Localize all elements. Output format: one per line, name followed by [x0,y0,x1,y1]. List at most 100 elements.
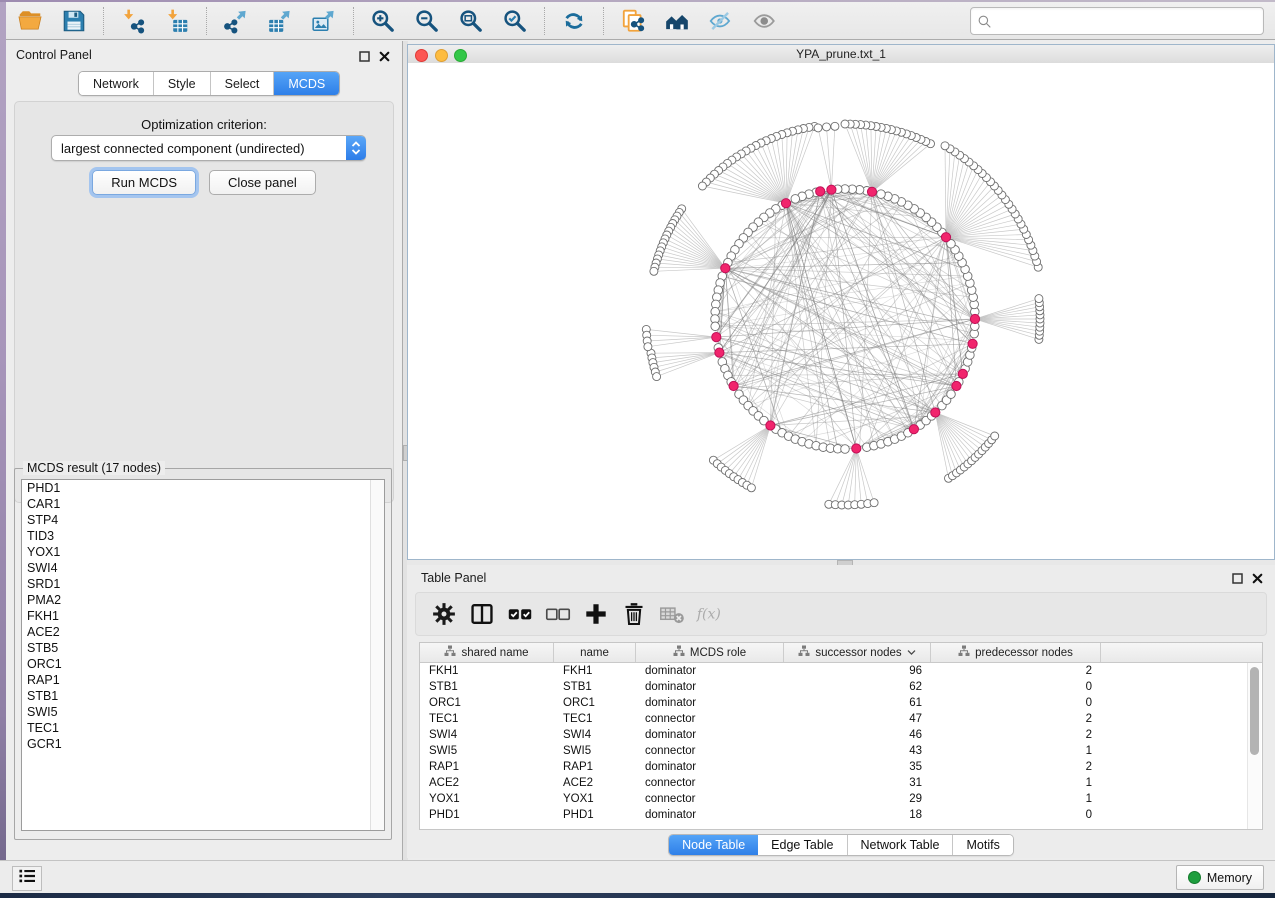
table-cell[interactable]: STB1 [420,681,554,693]
mcds-result-item[interactable]: FKH1 [22,608,384,624]
network-window-titlebar[interactable]: YPA_prune.txt_1 [408,45,1274,64]
table-row[interactable]: RAP1RAP1dominator352 [420,759,1262,775]
table-cell[interactable]: 0 [931,697,1101,709]
table-cell[interactable]: connector [636,745,784,757]
table-row[interactable]: PHD1PHD1dominator180 [420,807,1262,823]
mcds-result-item[interactable]: STB5 [22,640,384,656]
table-cell[interactable]: 62 [784,681,931,693]
table-cell[interactable]: FKH1 [554,665,636,677]
table-cell[interactable]: SWI5 [554,745,636,757]
table-cell[interactable]: ACE2 [554,777,636,789]
zoom-selected-button[interactable] [495,5,535,37]
table-cell[interactable]: YOX1 [420,793,554,805]
mcds-result-list[interactable]: PHD1CAR1STP4TID3YOX1SWI4SRD1PMA2FKH1ACE2… [21,479,385,831]
close-panel-button[interactable]: Close panel [209,170,316,195]
run-mcds-button[interactable]: Run MCDS [92,170,196,195]
zoom-out-button[interactable] [407,5,447,37]
export-network-button[interactable] [216,5,256,37]
columns-button[interactable] [468,599,496,629]
mcds-result-item[interactable]: RAP1 [22,672,384,688]
optimization-criterion-select[interactable]: largest connected component (undirected) [51,135,366,161]
table-row[interactable]: SWI4SWI4dominator462 [420,727,1262,743]
table-cell[interactable]: 18 [784,809,931,821]
float-table-panel-icon[interactable] [1232,571,1243,589]
close-panel-icon[interactable] [379,49,390,67]
save-session-button[interactable] [54,5,94,37]
export-table-button[interactable] [260,5,300,37]
add-row-button[interactable] [582,599,610,629]
task-history-button[interactable] [12,866,42,891]
table-cell[interactable]: 35 [784,761,931,773]
close-table-panel-icon[interactable] [1252,571,1263,589]
mcds-result-item[interactable]: YOX1 [22,544,384,560]
table-cell[interactable]: RAP1 [554,761,636,773]
tab-edge-table[interactable]: Edge Table [758,835,847,855]
float-panel-icon[interactable] [359,49,370,67]
tab-motifs[interactable]: Motifs [953,835,1012,855]
mcds-result-item[interactable]: TEC1 [22,720,384,736]
table-row[interactable]: FKH1FKH1dominator962 [420,663,1262,679]
table-cell[interactable]: 29 [784,793,931,805]
table-cell[interactable]: connector [636,713,784,725]
table-cell[interactable]: dominator [636,729,784,741]
open-file-button[interactable] [10,5,50,37]
column-header-predecessor-nodes[interactable]: predecessor nodes [931,643,1101,662]
zoom-in-button[interactable] [363,5,403,37]
mcds-result-item[interactable]: TID3 [22,528,384,544]
zoom-fit-button[interactable] [451,5,491,37]
table-cell[interactable]: 1 [931,745,1101,757]
delete-row-button[interactable] [620,599,648,629]
column-header-successor-nodes[interactable]: successor nodes [784,643,931,662]
table-row[interactable]: ACE2ACE2connector311 [420,775,1262,791]
table-cell[interactable]: dominator [636,681,784,693]
refresh-button[interactable] [554,5,594,37]
memory-button[interactable]: Memory [1176,865,1264,890]
mcds-result-item[interactable]: SWI4 [22,560,384,576]
table-cell[interactable]: 47 [784,713,931,725]
tab-style[interactable]: Style [154,72,211,95]
table-cell[interactable]: SWI4 [420,729,554,741]
mcds-result-item[interactable]: SWI5 [22,704,384,720]
table-row[interactable]: SWI5SWI5connector431 [420,743,1262,759]
table-cell[interactable]: ORC1 [420,697,554,709]
mcds-result-item[interactable]: SRD1 [22,576,384,592]
search-box[interactable] [970,7,1264,35]
import-network-button[interactable] [113,5,153,37]
table-cell[interactable]: 2 [931,729,1101,741]
tab-network-table[interactable]: Network Table [848,835,954,855]
deselect-all-button[interactable] [544,599,572,629]
table-cell[interactable]: connector [636,777,784,789]
mcds-result-item[interactable]: GCR1 [22,736,384,752]
gear-button[interactable] [430,599,458,629]
mcds-result-item[interactable]: ORC1 [22,656,384,672]
table-cell[interactable]: FKH1 [420,665,554,677]
mcds-result-item[interactable]: STB1 [22,688,384,704]
table-row[interactable]: TEC1TEC1connector472 [420,711,1262,727]
mcds-list-scrollbar[interactable] [370,480,384,830]
table-cell[interactable]: 0 [931,681,1101,693]
mcds-result-item[interactable]: STP4 [22,512,384,528]
table-cell[interactable]: ACE2 [420,777,554,789]
table-cell[interactable]: connector [636,793,784,805]
table-row[interactable]: STB1STB1dominator620 [420,679,1262,695]
column-header-name[interactable]: name [554,643,636,662]
table-cell[interactable]: 1 [931,793,1101,805]
network-canvas[interactable] [408,63,1274,559]
table-cell[interactable]: 2 [931,665,1101,677]
tab-mcds[interactable]: MCDS [274,72,339,95]
table-cell[interactable]: PHD1 [554,809,636,821]
table-cell[interactable]: dominator [636,809,784,821]
table-row[interactable]: YOX1YOX1connector291 [420,791,1262,807]
select-all-button[interactable] [506,599,534,629]
attribute-browser-button[interactable] [657,5,697,37]
column-header-MCDS-role[interactable]: MCDS role [636,643,784,662]
table-cell[interactable]: 43 [784,745,931,757]
table-row[interactable]: ORC1ORC1dominator610 [420,695,1262,711]
table-cell[interactable]: 31 [784,777,931,789]
import-table-button[interactable] [157,5,197,37]
table-cell[interactable]: TEC1 [554,713,636,725]
mcds-result-item[interactable]: PMA2 [22,592,384,608]
table-cell[interactable]: 0 [931,809,1101,821]
mcds-result-item[interactable]: CAR1 [22,496,384,512]
table-cell[interactable]: dominator [636,761,784,773]
